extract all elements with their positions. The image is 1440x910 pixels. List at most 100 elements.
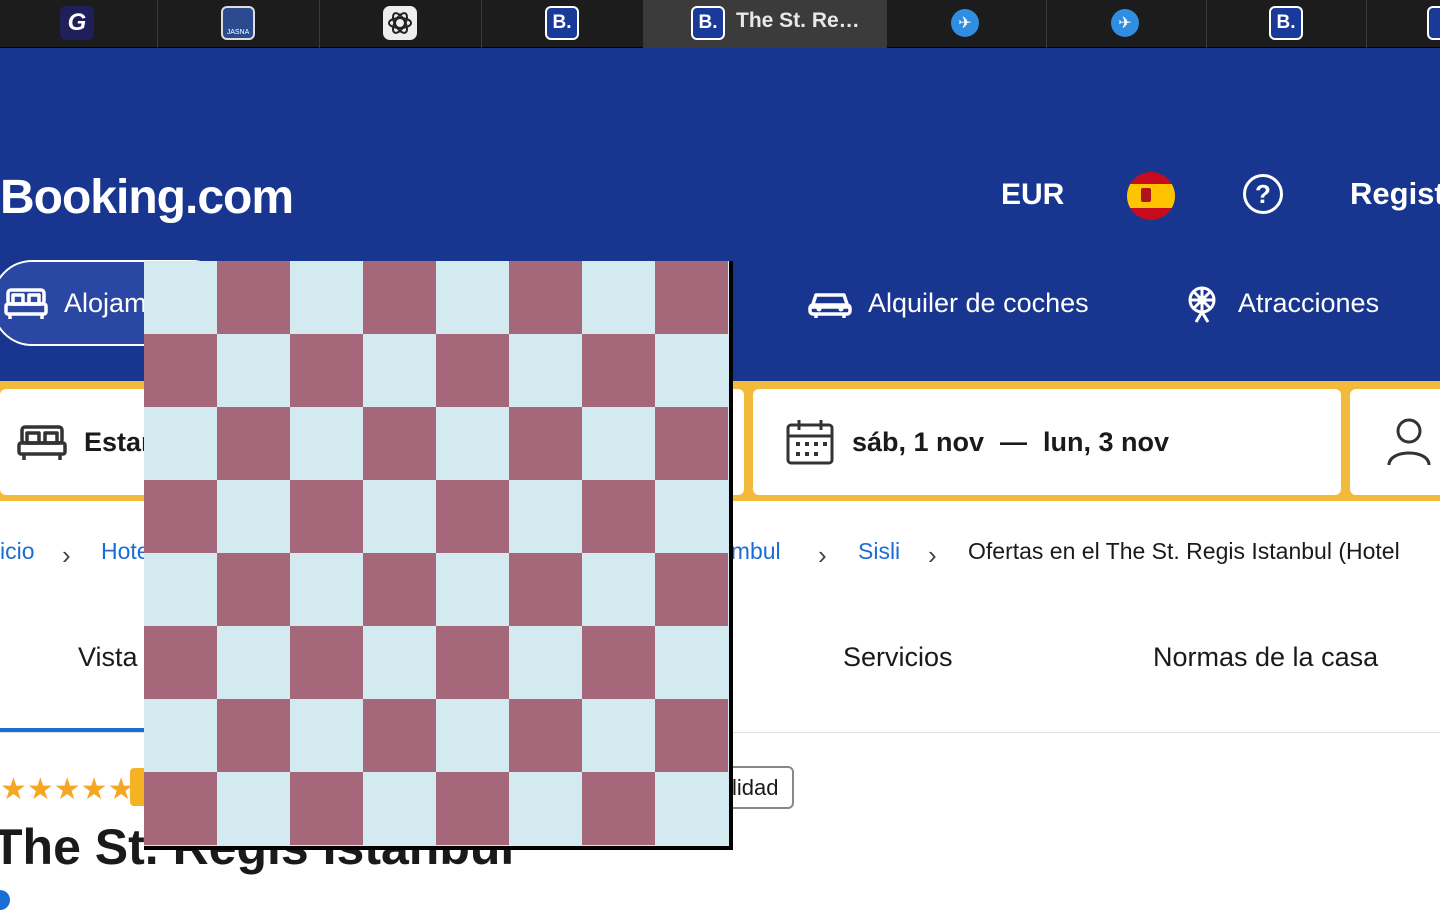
browser-tab-strip: G JASNA B. B. The St. Re… ✈ ✈ B. [0,0,1440,48]
checker-cell [290,407,363,480]
location-pin-icon[interactable] [0,890,10,910]
checker-cell [144,334,217,407]
checker-cell [363,772,436,845]
spain-flag-icon[interactable] [1127,172,1175,220]
browser-tab[interactable] [1367,0,1440,48]
checker-cell [655,407,728,480]
checker-cell [217,699,290,772]
checker-cell [290,261,363,334]
checker-cell [144,699,217,772]
star-rating: ★★★★★ [0,773,135,806]
checker-cell [509,626,582,699]
plane-icon: ✈ [951,9,979,37]
nav-stays-label: Alojam [64,287,147,318]
checker-cell [144,772,217,845]
checker-cell [217,553,290,626]
breadcrumb-current: Ofertas en el The St. Regis Istanbul (Ho… [968,538,1400,564]
checker-cell [363,553,436,626]
chevron-right-icon: › [928,540,937,570]
jasna-icon: JASNA [221,6,255,40]
checker-cell [436,407,509,480]
register-button[interactable]: Regist [1350,176,1440,212]
checker-cell [509,480,582,553]
checker-cell [217,407,290,480]
checker-cell [509,772,582,845]
checker-cell [144,407,217,480]
booking-logo[interactable]: Booking.com [0,170,294,225]
currency-selector[interactable]: EUR [1001,178,1064,212]
car-icon [808,293,852,318]
checker-cell [655,772,728,845]
booking-icon: B. [691,6,725,40]
checker-cell [655,334,728,407]
active-tab-indicator [0,728,148,732]
browser-tab[interactable]: G [0,0,158,48]
person-icon [1387,418,1431,466]
tab-title: The St. Re… [736,9,860,32]
nav-attractions-label: Atracciones [1238,287,1380,318]
checker-cell [144,480,217,553]
checker-cell [436,772,509,845]
checker-cell [509,553,582,626]
browser-tab[interactable]: JASNA [158,0,320,48]
nav-car-rental[interactable]: Alquiler de coches [808,260,1089,346]
checker-cell [363,407,436,480]
browser-tab[interactable]: ✈ [887,0,1047,48]
nav-attractions[interactable]: Atracciones [1182,260,1379,346]
checker-cell [582,699,655,772]
checker-cell [217,334,290,407]
date-range-field[interactable]: sáb, 1 nov — lun, 3 nov [753,389,1341,495]
checker-cell [363,480,436,553]
checker-cell [290,480,363,553]
checker-cell [655,480,728,553]
checker-cell [290,334,363,407]
tab-overview[interactable]: Vista [78,642,138,673]
checker-cell [436,626,509,699]
breadcrumb-link[interactable]: Hote [101,538,150,565]
checker-cell [363,699,436,772]
browser-tab-active[interactable]: B. The St. Re… [644,0,887,48]
checkerboard-overlay [144,261,733,850]
openai-icon [383,6,417,40]
checker-cell [582,261,655,334]
checker-cell [144,626,217,699]
tab-house-rules[interactable]: Normas de la casa [1153,642,1378,673]
chevron-right-icon: › [818,540,827,570]
checker-cell [144,261,217,334]
checker-cell [509,699,582,772]
browser-tab[interactable]: B. [1207,0,1367,48]
checker-cell [290,699,363,772]
calendar-icon [786,420,834,465]
help-icon[interactable]: ? [1243,174,1283,214]
browser-tab[interactable]: ✈ [1047,0,1207,48]
checkout-date: lun, 3 nov [1043,426,1170,457]
checker-cell [509,407,582,480]
bed-icon [17,425,67,460]
guests-field[interactable] [1350,389,1440,495]
breadcrumb-link[interactable]: Sisli [858,538,900,565]
checker-cell [582,553,655,626]
booking-icon: B. [1269,6,1303,40]
checker-cell [144,553,217,626]
checker-cell [655,626,728,699]
browser-tab[interactable]: B. [482,0,644,48]
checker-cell [655,553,728,626]
g-icon: G [60,6,94,40]
ferris-wheel-icon [1188,286,1216,323]
bed-icon [4,288,48,319]
destination-value: Estar [84,426,152,457]
tab-services[interactable]: Servicios [843,642,953,673]
breadcrumb-link[interactable]: icio [0,538,35,565]
browser-tab[interactable] [320,0,482,48]
booking-icon [1427,6,1440,40]
checker-cell [363,626,436,699]
nav-car-rental-label: Alquiler de coches [868,287,1089,318]
date-separator: — [1000,426,1028,457]
checker-cell [582,626,655,699]
checker-cell [436,334,509,407]
booking-icon: B. [545,6,579,40]
checker-cell [217,626,290,699]
checkin-date: sáb, 1 nov [852,426,985,457]
checker-cell [217,480,290,553]
checker-cell [363,261,436,334]
